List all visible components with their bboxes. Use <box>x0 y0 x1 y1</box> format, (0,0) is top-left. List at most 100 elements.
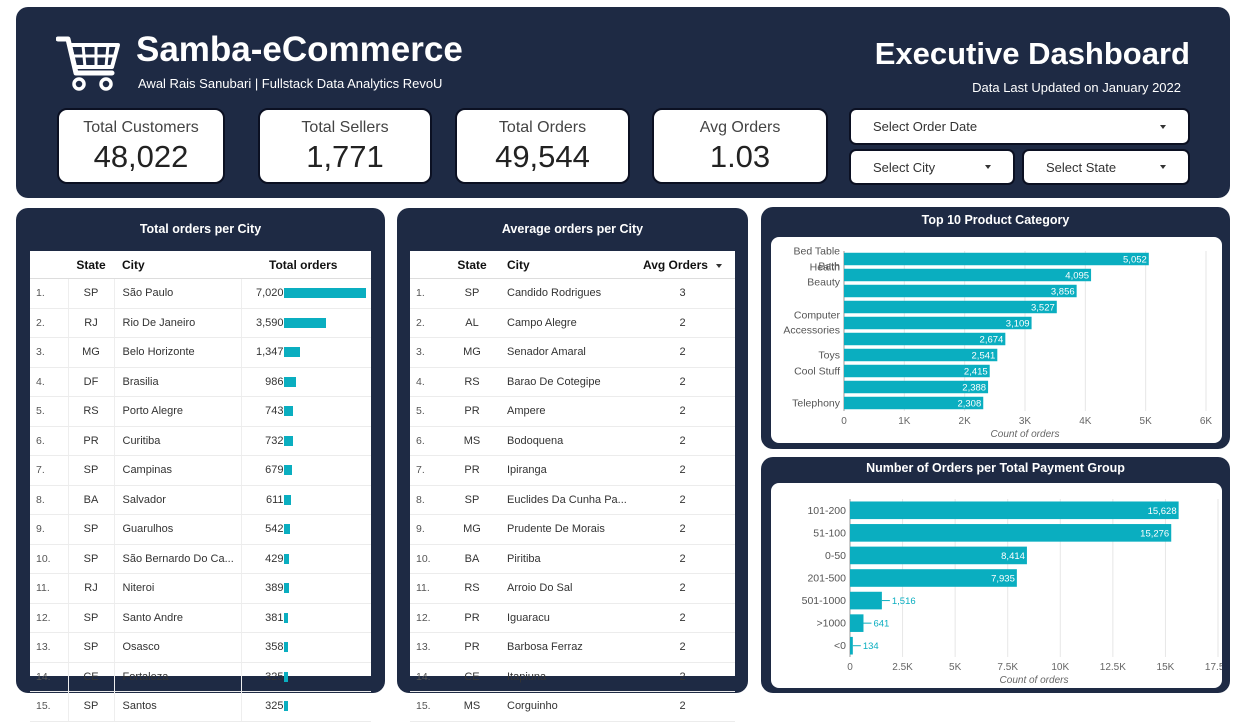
x-tick-label: 0 <box>847 662 853 673</box>
last-updated: Data Last Updated on January 2022 <box>972 80 1181 95</box>
bar[interactable] <box>844 300 1057 314</box>
bar[interactable] <box>850 524 1172 542</box>
total-orders-value: 743 <box>265 405 284 418</box>
table-row[interactable]: 12. PR Iguaracu 2 <box>410 603 735 633</box>
bar[interactable] <box>850 614 864 632</box>
top-product-category-panel: Top 10 Product Category 0 1K 2K 3K 4K 5K 6K 5,0… <box>761 207 1230 449</box>
brand-subtitle: Awal Rais Sanubari | Fullstack Data Anal… <box>138 76 443 91</box>
category-label: Cool Stuff <box>794 366 840 378</box>
table-row[interactable]: 14. CE Fortaleza 325 <box>30 662 371 692</box>
table-row[interactable]: 4. RS Barao De Cotegipe 2 <box>410 367 735 397</box>
category-label: Beauty <box>807 277 840 289</box>
table-row[interactable]: 11. RJ Niteroi 389 <box>30 573 371 604</box>
table-row[interactable]: 8. BA Salvador 611 <box>30 485 371 515</box>
column-header-total-orders[interactable]: Total orders <box>241 252 371 279</box>
city-select-label: Select City <box>873 159 936 175</box>
state-cell: MS <box>446 691 498 722</box>
data-label: 1,516 <box>892 596 916 607</box>
city-cell: Niteroi <box>114 573 242 604</box>
table-row[interactable]: 5. PR Ampere 2 <box>410 396 735 427</box>
table-row[interactable]: 14. CE Itapiuna 2 <box>410 662 735 692</box>
bar[interactable] <box>844 284 1077 298</box>
table-row[interactable]: 8. SP Euclides Da Cunha Pa... 2 <box>410 485 735 515</box>
table-row[interactable]: 10. SP São Bernardo Do Ca... 429 <box>30 544 371 574</box>
state-select[interactable]: Select State <box>1022 149 1190 185</box>
table-row[interactable]: 11. RS Arroio Do Sal 2 <box>410 573 735 604</box>
table-row[interactable]: 13. PR Barbosa Ferraz 2 <box>410 632 735 663</box>
avg-orders-cell: 2 <box>639 662 735 692</box>
table-row[interactable]: 1. SP São Paulo 7,020 <box>30 278 371 309</box>
table-row[interactable]: 9. MG Prudente De Morais 2 <box>410 514 735 545</box>
total-orders-cell: 542 <box>241 514 371 545</box>
state-cell: SP <box>67 632 115 663</box>
table-row[interactable]: 2. AL Campo Alegre 2 <box>410 308 735 338</box>
payment-group-panel: Number of Orders per Total Payment Group… <box>761 457 1231 693</box>
chevron-down-icon <box>1160 124 1166 129</box>
column-header-city[interactable]: City <box>114 252 241 279</box>
bar[interactable] <box>844 268 1092 282</box>
avg-orders-cell: 2 <box>639 573 735 604</box>
table-row[interactable]: 1. SP Candido Rodrigues 3 <box>410 278 735 309</box>
top-product-category-chart-area: 0 1K 2K 3K 4K 5K 6K 5,052 Bed Table Bath 4,095 Heal… <box>771 237 1222 443</box>
avg-orders-cell: 3 <box>639 278 735 309</box>
x-tick-label: 12.5K <box>1100 662 1126 673</box>
kpi-value: 49,544 <box>495 139 590 174</box>
table-row[interactable]: 6. PR Curitiba 732 <box>30 426 371 456</box>
category-label: Telephony <box>792 398 841 410</box>
table-row[interactable]: 3. MG Belo Horizonte 1,347 <box>30 337 371 368</box>
table-row[interactable]: 3. MG Senador Amaral 2 <box>410 337 735 368</box>
city-cell: Campinas <box>114 455 242 486</box>
bar[interactable] <box>844 316 1032 330</box>
order-date-select[interactable]: Select Order Date <box>849 108 1190 145</box>
table-row[interactable]: 7. SP Campinas 679 <box>30 455 371 486</box>
table-row[interactable]: 15. MS Corguinho 2 <box>410 691 735 722</box>
column-header-avg-orders[interactable]: Avg Orders <box>639 252 735 279</box>
table-row[interactable]: 4. DF Brasilia 986 <box>30 367 371 397</box>
row-index: 11. <box>410 573 446 604</box>
table-row[interactable]: 15. SP Santos 325 <box>30 691 371 722</box>
kpi-value: 1.03 <box>709 139 771 174</box>
city-select[interactable]: Select City <box>849 149 1015 185</box>
x-tick-label: 1K <box>898 416 911 427</box>
row-index: 1. <box>410 278 446 309</box>
table-row[interactable]: 2. RJ Rio De Janeiro 3,590 <box>30 308 371 338</box>
row-index: 6. <box>30 426 68 456</box>
kpi-label: Total Customers <box>83 119 199 136</box>
avg-orders-cell: 2 <box>639 455 735 486</box>
total-orders-value: 325 <box>265 670 284 683</box>
column-header-state[interactable]: State <box>68 252 114 279</box>
total-orders-value: 1,347 <box>255 346 284 359</box>
table-row[interactable]: 5. RS Porto Alegre 743 <box>30 396 371 427</box>
data-label: 3,856 <box>1051 287 1075 298</box>
bar[interactable] <box>844 252 1149 266</box>
city-cell: Arroio Do Sal <box>498 573 639 604</box>
total-orders-bar <box>283 583 289 594</box>
table-row[interactable]: 13. SP Osasco 358 <box>30 632 371 663</box>
total-orders-cell: 325 <box>241 662 371 692</box>
total-orders-value: 732 <box>265 434 284 447</box>
state-cell: SP <box>67 514 115 545</box>
total-orders-cell: 7,020 <box>241 278 371 309</box>
total-orders-bar <box>283 288 366 299</box>
data-label: 3,527 <box>1031 303 1055 314</box>
bar[interactable] <box>850 636 853 655</box>
bar[interactable] <box>850 501 1179 520</box>
orders-per-city-table: State City Total orders 1. SP São Paulo 7,0… <box>30 252 371 722</box>
x-tick-label: 4K <box>1079 416 1092 427</box>
bar[interactable] <box>850 591 882 610</box>
row-index: 9. <box>30 514 68 545</box>
column-header-city[interactable]: City <box>498 252 639 279</box>
table-row[interactable]: 9. SP Guarulhos 542 <box>30 514 371 545</box>
column-header-state[interactable]: State <box>446 252 498 279</box>
x-tick-label: 7.5K <box>997 662 1018 673</box>
table-row[interactable]: 7. PR Ipiranga 2 <box>410 455 735 486</box>
x-tick-label: 6K <box>1200 416 1213 427</box>
table-row[interactable]: 6. MS Bodoquena 2 <box>410 426 735 456</box>
table-row[interactable]: 12. SP Santo Andre 381 <box>30 603 371 633</box>
row-index: 7. <box>410 455 446 486</box>
row-index: 4. <box>410 367 446 397</box>
state-cell: AL <box>446 308 498 338</box>
total-orders-bar <box>283 612 288 623</box>
table-row[interactable]: 10. BA Piritiba 2 <box>410 544 735 574</box>
total-orders-value: 358 <box>265 641 284 654</box>
